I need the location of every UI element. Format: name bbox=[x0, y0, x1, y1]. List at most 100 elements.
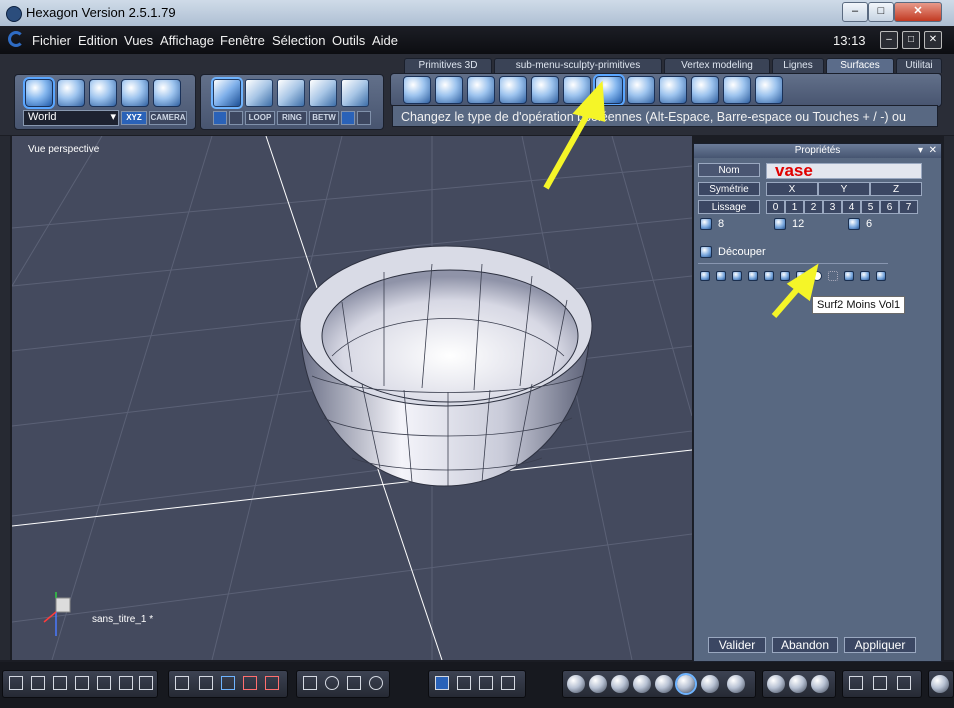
menu-vues[interactable]: Vues bbox=[124, 33, 153, 48]
display-mode-1-icon[interactable] bbox=[767, 675, 785, 693]
coordinate-system-select[interactable]: World ▾ bbox=[23, 110, 119, 126]
surface-duplicate-icon[interactable] bbox=[723, 76, 751, 104]
smoothing-level-1[interactable]: 1 bbox=[785, 200, 804, 214]
paint-select-icon[interactable] bbox=[229, 111, 243, 125]
surface-fill-icon[interactable] bbox=[531, 76, 559, 104]
wireframe-sphere-icon[interactable] bbox=[567, 675, 585, 693]
display-mode-2-icon[interactable] bbox=[789, 675, 807, 693]
menu-edition[interactable]: Edition bbox=[78, 33, 118, 48]
smoothing-level-4[interactable]: 4 bbox=[842, 200, 861, 214]
zoom-icon[interactable] bbox=[347, 676, 361, 690]
grid-blue-icon[interactable] bbox=[221, 676, 235, 690]
between-button[interactable]: BETW bbox=[309, 111, 339, 125]
xyz-mode-button[interactable]: XYZ bbox=[121, 111, 147, 125]
doc-minimize-button[interactable]: – bbox=[880, 31, 898, 49]
doc-maximize-button[interactable]: □ bbox=[902, 31, 920, 49]
surface-extrude-icon[interactable] bbox=[403, 76, 431, 104]
boolean-operation-icon[interactable] bbox=[593, 74, 625, 106]
maximize-button[interactable]: □ bbox=[868, 2, 894, 22]
menu-affichage[interactable]: Affichage bbox=[160, 33, 214, 48]
surface-slice-icon[interactable] bbox=[659, 76, 687, 104]
layout-single-icon[interactable] bbox=[9, 676, 23, 690]
object-group-icon[interactable] bbox=[897, 676, 911, 690]
tab-vertex-modeling[interactable]: Vertex modeling bbox=[664, 58, 770, 73]
scale-gizmo-icon[interactable] bbox=[479, 676, 493, 690]
surf-minus-vol-icon[interactable] bbox=[812, 271, 822, 281]
textured-sphere-icon[interactable] bbox=[701, 675, 719, 693]
symmetry-z-button[interactable]: Z bbox=[870, 182, 922, 196]
smoothing-level-5[interactable]: 5 bbox=[861, 200, 880, 214]
object-name-field[interactable]: vase bbox=[766, 161, 922, 180]
wire-sphere-icon[interactable] bbox=[589, 675, 607, 693]
eye-icon[interactable] bbox=[369, 676, 383, 690]
loop-button[interactable]: LOOP bbox=[245, 111, 275, 125]
tab-lignes[interactable]: Lignes bbox=[772, 58, 824, 73]
boolean-split-icon[interactable] bbox=[748, 271, 758, 281]
doc-close-button[interactable]: ✕ bbox=[924, 31, 942, 49]
left-collapse-strip[interactable] bbox=[0, 136, 10, 660]
smoothing-level-2[interactable]: 2 bbox=[804, 200, 823, 214]
ghost-icon[interactable] bbox=[153, 79, 181, 107]
panel-dropdown-icon[interactable]: ▾ bbox=[918, 144, 923, 158]
extra-sphere-icon[interactable] bbox=[931, 675, 949, 693]
boolean-union-icon[interactable] bbox=[700, 271, 710, 281]
boolean-intersect-icon[interactable] bbox=[732, 271, 742, 281]
move-gizmo-icon[interactable] bbox=[435, 676, 449, 690]
grid-red-icon[interactable] bbox=[243, 676, 257, 690]
flat-sphere-icon[interactable] bbox=[611, 675, 629, 693]
zoom-extents-icon[interactable] bbox=[303, 676, 317, 690]
layout-top-split-icon[interactable] bbox=[53, 676, 67, 690]
select-object-icon[interactable] bbox=[211, 77, 243, 109]
layout-quad-icon[interactable] bbox=[31, 676, 45, 690]
surface-bevel-icon[interactable] bbox=[563, 76, 591, 104]
select-edge-icon[interactable] bbox=[277, 79, 305, 107]
object-cube-icon[interactable] bbox=[873, 676, 887, 690]
boolean-grid-icon[interactable] bbox=[828, 271, 838, 281]
boolean-trim-icon[interactable] bbox=[796, 271, 806, 281]
boolean-subtract-icon[interactable] bbox=[716, 271, 726, 281]
select-face-icon[interactable] bbox=[245, 79, 273, 107]
layout-three-icon[interactable] bbox=[97, 676, 111, 690]
grid-red-2-icon[interactable] bbox=[265, 676, 279, 690]
select-auto-icon[interactable] bbox=[341, 79, 369, 107]
boolean-fill-icon[interactable] bbox=[860, 271, 870, 281]
boolean-merge-icon[interactable] bbox=[764, 271, 774, 281]
smooth-sphere-icon[interactable] bbox=[633, 675, 651, 693]
shaded-sphere-icon[interactable] bbox=[655, 675, 673, 693]
select-arrow-icon[interactable] bbox=[23, 77, 55, 109]
close-window-button[interactable]: ✕ bbox=[894, 2, 942, 22]
tab-surfaces[interactable]: Surfaces bbox=[826, 58, 894, 73]
surface-lathe-icon[interactable] bbox=[691, 76, 719, 104]
grid-toggle-icon[interactable] bbox=[175, 676, 189, 690]
panel-close-icon[interactable]: ✕ bbox=[929, 144, 937, 158]
layout-columns-icon[interactable] bbox=[139, 676, 153, 690]
circle-select-icon[interactable] bbox=[357, 111, 371, 125]
boolean-keep-icon[interactable] bbox=[844, 271, 854, 281]
smoothing-level-6[interactable]: 6 bbox=[880, 200, 899, 214]
tab-utilitaires[interactable]: Utilitai bbox=[896, 58, 942, 73]
smoothing-button[interactable]: Lissage bbox=[698, 200, 760, 214]
smoothing-level-7[interactable]: 7 bbox=[899, 200, 918, 214]
display-mode-3-icon[interactable] bbox=[811, 675, 829, 693]
surface-sweep-icon[interactable] bbox=[467, 76, 495, 104]
right-collapse-strip[interactable] bbox=[944, 136, 954, 660]
rotate-gizmo-icon[interactable] bbox=[457, 676, 471, 690]
layout-bottom-split-icon[interactable] bbox=[75, 676, 89, 690]
menu-selection[interactable]: Sélection bbox=[272, 33, 325, 48]
rotate-icon[interactable] bbox=[121, 79, 149, 107]
menu-aide[interactable]: Aide bbox=[372, 33, 398, 48]
pan-icon[interactable] bbox=[325, 676, 339, 690]
symmetry-button[interactable]: Symétrie bbox=[698, 182, 760, 196]
menu-fichier[interactable]: Fichier bbox=[32, 33, 71, 48]
surface-revolve-icon[interactable] bbox=[435, 76, 463, 104]
rendered-sphere-icon[interactable] bbox=[727, 675, 745, 693]
snap-icon[interactable] bbox=[199, 676, 213, 690]
move-icon[interactable] bbox=[89, 79, 117, 107]
symmetry-x-button[interactable]: X bbox=[766, 182, 818, 196]
layout-side-icon[interactable] bbox=[119, 676, 133, 690]
smoothing-level-0[interactable]: 0 bbox=[766, 200, 785, 214]
lasso-icon[interactable] bbox=[57, 79, 85, 107]
tab-primitives-3d[interactable]: Primitives 3D bbox=[404, 58, 492, 73]
bounding-box-icon[interactable] bbox=[849, 676, 863, 690]
symmetry-y-button[interactable]: Y bbox=[818, 182, 870, 196]
